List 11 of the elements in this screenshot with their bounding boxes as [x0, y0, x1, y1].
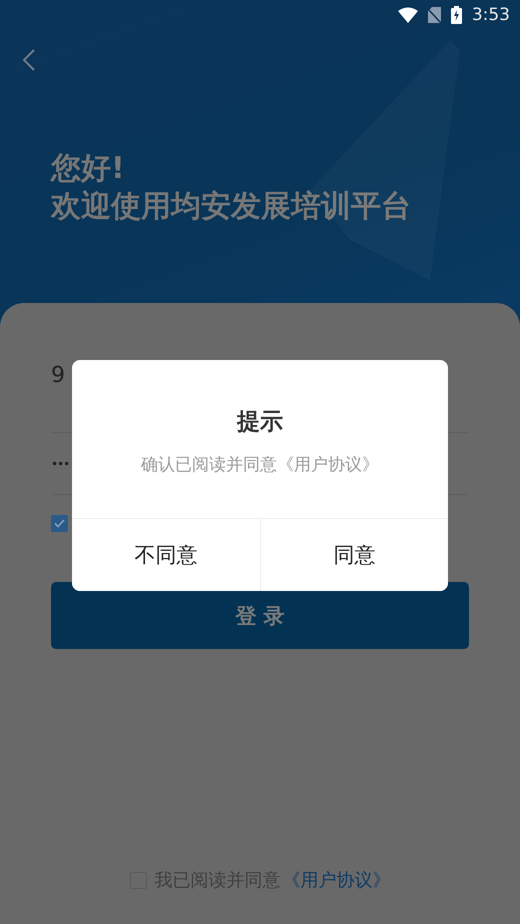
dialog-message: 确认已阅读并同意《用户协议》	[141, 454, 379, 476]
dialog-title: 提示	[237, 408, 283, 437]
no-sim-icon	[428, 7, 441, 23]
greeting-text: 您好!	[51, 150, 126, 188]
wifi-icon	[398, 7, 418, 23]
agree-button[interactable]: 同意	[260, 519, 448, 591]
welcome-text: 欢迎使用均安发展培训平台	[51, 188, 412, 226]
status-time: 3:53	[472, 5, 510, 25]
battery-charging-icon	[450, 6, 462, 24]
check-icon	[54, 519, 65, 528]
remember-checkbox[interactable]	[51, 515, 68, 532]
